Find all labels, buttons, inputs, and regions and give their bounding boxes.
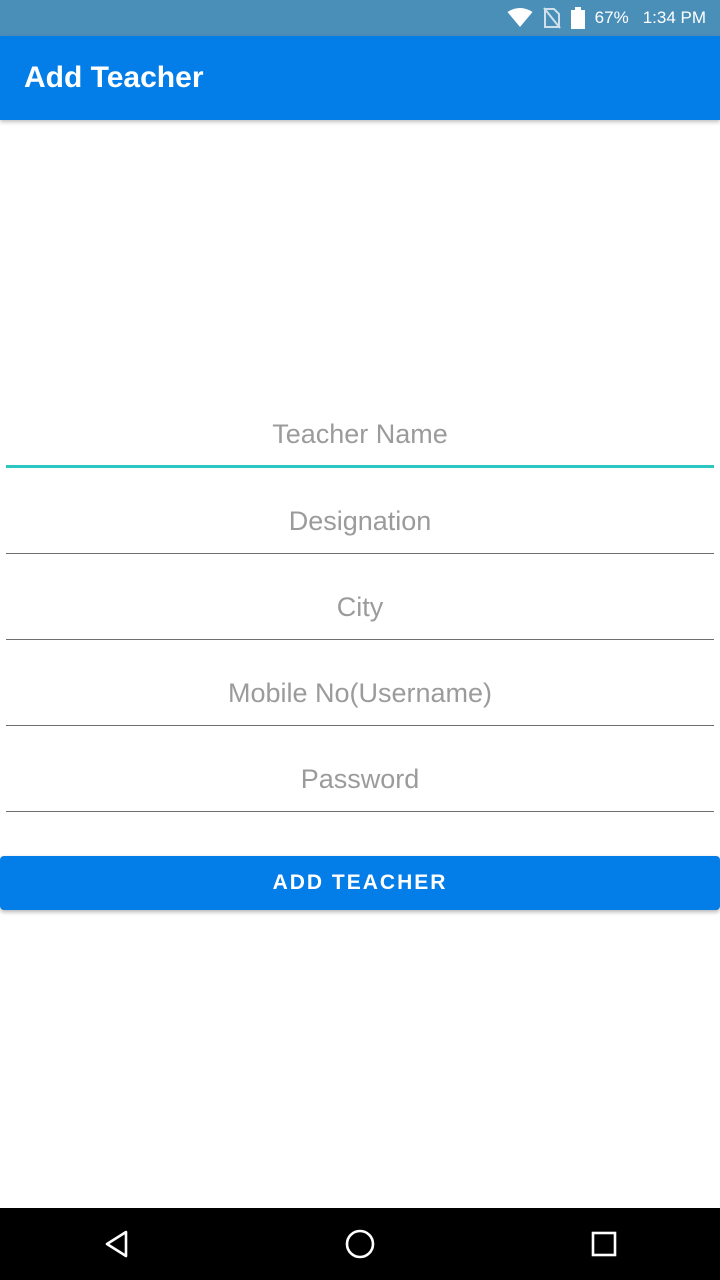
city-field-wrap bbox=[6, 554, 714, 640]
password-input[interactable] bbox=[6, 754, 714, 812]
back-icon[interactable] bbox=[67, 1208, 167, 1280]
city-input[interactable] bbox=[6, 582, 714, 640]
system-nav-bar bbox=[0, 1208, 720, 1280]
teacher-name-input[interactable] bbox=[6, 410, 714, 468]
battery-percent: 67% bbox=[594, 8, 629, 27]
add-teacher-button[interactable]: ADD TEACHER bbox=[0, 856, 720, 910]
app-bar: Add Teacher bbox=[0, 36, 720, 120]
clock: 1:34 PM bbox=[642, 8, 706, 27]
wifi-icon bbox=[507, 8, 533, 28]
no-sim-icon bbox=[542, 7, 561, 29]
teacher-name-field-wrap bbox=[6, 410, 714, 468]
password-field-wrap bbox=[6, 726, 714, 812]
add-teacher-form bbox=[0, 410, 720, 812]
page-title: Add Teacher bbox=[24, 61, 204, 94]
button-container: ADD TEACHER bbox=[0, 856, 720, 910]
designation-input[interactable] bbox=[6, 496, 714, 554]
mobile-field-wrap bbox=[6, 640, 714, 726]
designation-field-wrap bbox=[6, 468, 714, 554]
mobile-username-input[interactable] bbox=[6, 668, 714, 726]
battery-icon bbox=[570, 7, 585, 29]
home-icon[interactable] bbox=[310, 1208, 410, 1280]
recents-icon[interactable] bbox=[554, 1208, 654, 1280]
status-bar: 67% 1:34 PM bbox=[0, 0, 720, 36]
